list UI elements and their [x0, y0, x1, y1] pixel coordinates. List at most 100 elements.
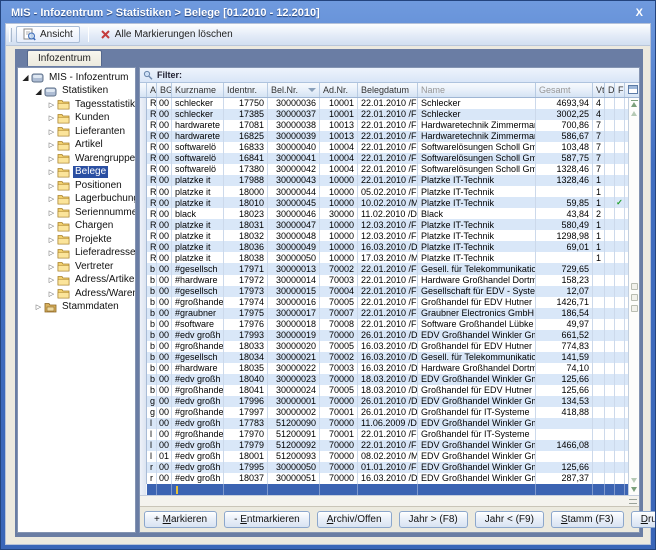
table-row[interactable]: g00#großhande17997300000027000126.01.201… — [140, 407, 639, 418]
tree-item-lieferadressen[interactable]: ▷Lieferadressen — [18, 247, 135, 261]
stamm-f3-button[interactable]: Stamm (F3) — [551, 511, 624, 528]
collapsed-node-icon[interactable]: ▷ — [47, 128, 56, 136]
table-row[interactable]: R00hardwarete16825300000391001322.01.201… — [140, 131, 639, 142]
expanded-node-icon[interactable]: ◢ — [21, 73, 30, 82]
markieren-button[interactable]: + Markieren — [144, 511, 217, 528]
table-row[interactable]: R00platzke it18032300000481000012.03.201… — [140, 230, 639, 241]
table-row[interactable]: b00#gesellsch17971300000137000222.01.201… — [140, 263, 639, 274]
column-header-belegdatum[interactable]: Belegdatum — [358, 83, 418, 97]
table-row[interactable]: b00#edv großh17993300000197000026.01.201… — [140, 330, 639, 341]
collapsed-node-icon[interactable]: ▷ — [34, 303, 43, 311]
collapsed-node-icon[interactable]: ▷ — [47, 114, 56, 122]
tree-item-lieferanten[interactable]: ▷Lieferanten — [18, 125, 135, 139]
column-header-gesamt[interactable]: Gesamt — [536, 83, 593, 97]
ansicht-button[interactable]: Ansicht — [16, 26, 80, 43]
tree-item-adress-warengruppen[interactable]: ▷Adress/Warengruppen — [18, 287, 135, 301]
jahr-f9-button[interactable]: Jahr < (F9) — [475, 511, 544, 528]
table-row[interactable]: R00platzke it18010300000451000010.02.201… — [140, 197, 639, 208]
collapsed-node-icon[interactable]: ▷ — [47, 168, 56, 176]
rail-tool-icon[interactable] — [631, 283, 638, 290]
collapsed-node-icon[interactable]: ▷ — [47, 222, 56, 230]
column-header-name[interactable]: Name — [418, 83, 536, 97]
table-row[interactable]: l01#edv großh18001512000937000008.02.201… — [140, 451, 639, 462]
table-row[interactable]: R00platzke it17988300000431000022.01.201… — [140, 175, 639, 186]
column-header-belnr[interactable]: Bel.Nr. — [268, 83, 320, 97]
table-row[interactable]: b00#hardware18035300000227000316.03.2010… — [140, 363, 639, 374]
tree-item-warengruppen[interactable]: ▷Warengruppen — [18, 152, 135, 166]
column-chooser-header[interactable] — [625, 83, 639, 97]
tree-item-chargen[interactable]: ▷Chargen — [18, 220, 135, 234]
tab-infozentrum[interactable]: Infozentrum — [27, 50, 102, 66]
column-header-bg[interactable]: BG — [157, 83, 172, 97]
clear-marks-button[interactable]: Alle Markierungen löschen — [94, 26, 239, 43]
table-row[interactable]: R00softwarelö17380300000421000422.01.201… — [140, 164, 639, 175]
entmarkieren-button[interactable]: - Entmarkieren — [224, 511, 310, 528]
tree-item-lagerbuchungen[interactable]: ▷Lagerbuchungen — [18, 193, 135, 207]
jahr-f8-button[interactable]: Jahr > (F8) — [399, 511, 468, 528]
column-header-vt[interactable]: Vt — [593, 83, 605, 97]
table-row[interactable]: R00platzke it18000300000441000005.02.201… — [140, 186, 639, 197]
tree-item-statistiken[interactable]: ◢Statistiken — [18, 85, 135, 99]
tree-item-seriennummern[interactable]: ▷Seriennummern — [18, 206, 135, 220]
horizontal-scrollbar[interactable] — [140, 495, 639, 506]
table-row[interactable]: R00schlecker17750300000361000122.01.2010… — [140, 98, 639, 109]
selected-empty-row[interactable] — [140, 484, 639, 495]
rail-magnifier-icon[interactable] — [631, 294, 638, 301]
table-row[interactable]: r00#edv großh18037300000517000016.03.201… — [140, 473, 639, 484]
table-row[interactable]: g00#edv großh17996300000017000026.01.201… — [140, 396, 639, 407]
table-row[interactable]: b00#gesellsch18034300000217000216.03.201… — [140, 352, 639, 363]
collapsed-node-icon[interactable]: ▷ — [47, 101, 56, 109]
column-header-kurzname[interactable]: Kurzname — [172, 83, 224, 97]
scroll-up-page-icon[interactable] — [631, 111, 637, 116]
table-row[interactable]: b00#großhande18041300000247000518.03.201… — [140, 385, 639, 396]
table-row[interactable]: b00#edv großh18040300000237000018.03.201… — [140, 374, 639, 385]
collapsed-node-icon[interactable]: ▷ — [47, 263, 56, 271]
table-row[interactable]: l00#edv großh17979512000927000022.01.201… — [140, 440, 639, 451]
scroll-up-icon[interactable] — [631, 102, 637, 107]
tree-item-projekte[interactable]: ▷Projekte — [18, 233, 135, 247]
collapsed-node-icon[interactable]: ▷ — [47, 155, 56, 163]
table-row[interactable]: l00#edv großh17783512000907000011.06.200… — [140, 418, 639, 429]
scroll-top-icon[interactable] — [631, 100, 638, 101]
table-row[interactable]: R00platzke it18038300000501000017.03.201… — [140, 252, 639, 263]
table-row[interactable]: b00#großhande17974300000167000522.01.201… — [140, 297, 639, 308]
table-row[interactable]: R00softwarelö16841300000411000422.01.201… — [140, 153, 639, 164]
tree-item-belege[interactable]: ▷Belege — [18, 166, 135, 180]
close-button[interactable]: X — [628, 7, 651, 19]
tree-item-tagesstatistik[interactable]: ▷Tagesstatistik — [18, 98, 135, 112]
collapsed-node-icon[interactable]: ▷ — [47, 236, 56, 244]
collapsed-node-icon[interactable]: ▷ — [47, 276, 56, 284]
tree-item-stammdaten[interactable]: ▷Stammdaten — [18, 301, 135, 315]
table-row[interactable]: R00platzke it18031300000471000012.03.201… — [140, 219, 639, 230]
tree-item-artikel[interactable]: ▷Artikel — [18, 139, 135, 153]
column-header-f[interactable]: F — [615, 83, 625, 97]
scroll-down-icon[interactable] — [631, 487, 637, 492]
table-row[interactable]: r00#edv großh17995300000507000001.01.201… — [140, 462, 639, 473]
column-header-identnr[interactable]: Identnr. — [224, 83, 268, 97]
table-row[interactable]: R00softwarelö16833300000401000422.01.201… — [140, 142, 639, 153]
vertical-scroll-rail[interactable] — [628, 98, 639, 495]
column-header-d[interactable]: D — [605, 83, 615, 97]
collapsed-node-icon[interactable]: ▷ — [47, 249, 56, 257]
expanded-node-icon[interactable]: ◢ — [34, 87, 43, 96]
collapsed-node-icon[interactable]: ▷ — [47, 182, 56, 190]
table-row[interactable]: l00#großhande17970512000917000122.01.201… — [140, 429, 639, 440]
filter-row[interactable]: Filter: — [140, 68, 639, 83]
collapsed-node-icon[interactable]: ▷ — [47, 195, 56, 203]
collapsed-node-icon[interactable]: ▷ — [47, 209, 56, 217]
druck-f4-button[interactable]: Druck (F4) — [631, 511, 656, 528]
archiv-offen-button[interactable]: Archiv/Offen — [317, 511, 392, 528]
table-row[interactable]: R00black18023300000463000011.02.2010 /Do… — [140, 208, 639, 219]
tree-item-positionen[interactable]: ▷Positionen — [18, 179, 135, 193]
table-row[interactable]: R00hardwarete17081300000381001322.01.201… — [140, 120, 639, 131]
rail-marker-icon[interactable] — [631, 305, 638, 312]
table-row[interactable]: b00#hardware17972300000147000322.01.2010… — [140, 275, 639, 286]
table-row[interactable]: R00platzke it18036300000491000016.03.201… — [140, 241, 639, 252]
table-row[interactable]: b00#großhande18033300000207000516.03.201… — [140, 341, 639, 352]
table-row[interactable]: b00#software17976300000187000822.01.2010… — [140, 319, 639, 330]
tree-item-adress-artikel[interactable]: ▷Adress/Artikel — [18, 274, 135, 288]
tree-item-vertreter[interactable]: ▷Vertreter — [18, 260, 135, 274]
collapsed-node-icon[interactable]: ▷ — [47, 290, 56, 298]
tree-item-kunden[interactable]: ▷Kunden — [18, 112, 135, 126]
column-chooser-icon[interactable] — [628, 85, 638, 94]
